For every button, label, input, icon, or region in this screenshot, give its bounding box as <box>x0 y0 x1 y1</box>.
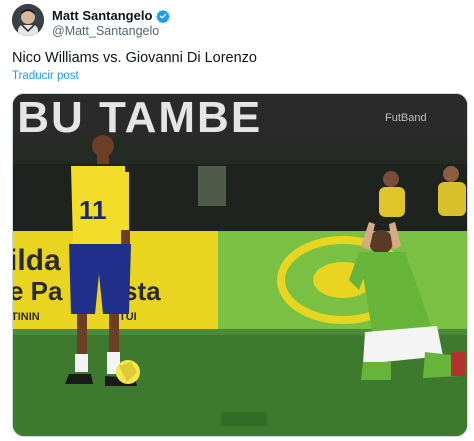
ad-board-line-1: ilda <box>13 244 61 277</box>
display-name[interactable]: Matt Santangelo <box>52 8 152 23</box>
player-number: 11 <box>79 195 107 225</box>
video-frame: IBU TAMBE FutBand ilda e Pa sta TININ TU… <box>13 94 467 436</box>
ad-board-line-3: TININ <box>13 311 40 323</box>
tweet-text: Nico Williams vs. Giovanni Di Lorenzo <box>12 50 257 66</box>
tweet-media-video[interactable]: IBU TAMBE FutBand ilda e Pa sta TININ TU… <box>12 93 468 437</box>
watermark-text: FutBand <box>385 112 427 124</box>
verified-badge-icon <box>156 9 171 23</box>
tweet-header: Matt Santangelo @Matt_Santangelo <box>12 4 462 40</box>
avatar[interactable] <box>12 4 44 36</box>
user-handle[interactable]: @Matt_Santangelo <box>52 24 159 38</box>
ad-board-line-2: e Pa <box>13 276 63 306</box>
translate-link[interactable]: Traducir post <box>12 70 79 82</box>
stadium-banner-text: IBU TAMBE <box>13 94 262 142</box>
